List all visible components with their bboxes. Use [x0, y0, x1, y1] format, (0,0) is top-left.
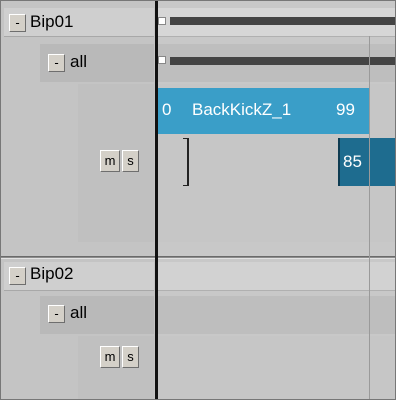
- solo-button-bip01[interactable]: s: [122, 150, 139, 172]
- timeline-layer-row-bip02: [158, 296, 396, 334]
- clip-start-frame: 0: [162, 100, 172, 119]
- header-divider-line[interactable]: [155, 0, 158, 400]
- layer-label-bip02-all: all: [70, 303, 88, 322]
- time-grid-line: [369, 36, 370, 400]
- timeline-track-row-bip02: [158, 262, 396, 291]
- clip-end-frame: 99: [336, 100, 355, 119]
- clip-name: BackKickZ_1: [192, 100, 292, 119]
- track-range-bar-bip01: [170, 17, 396, 25]
- mute-button-bip02[interactable]: m: [100, 346, 120, 368]
- track-name-row-bip02: [4, 262, 154, 291]
- collapse-button-bip02[interactable]: -: [9, 267, 26, 285]
- layer-range-marker-bip01: [158, 56, 166, 64]
- track-range-marker-bip01: [158, 17, 166, 25]
- next-clip[interactable]: 85: [338, 138, 396, 186]
- clip-backkickz-1[interactable]: 0 BackKickZ_1 99: [158, 88, 370, 134]
- solo-button-bip02[interactable]: s: [122, 346, 139, 368]
- collapse-button-bip01[interactable]: -: [9, 14, 26, 32]
- track-name-row-bip01: [4, 8, 154, 37]
- layer-range-bar-bip01: [170, 57, 396, 65]
- transition-bracket: [183, 138, 189, 186]
- layer-label-bip01-all: all: [70, 52, 88, 71]
- motion-mixer: - Bip01 - all m s - Bip02 - all m s 0 Ba…: [0, 0, 396, 400]
- collapse-button-bip01-all[interactable]: -: [48, 54, 65, 72]
- track-label-bip02: Bip02: [30, 264, 74, 283]
- next-clip-start-frame: 85: [343, 152, 362, 171]
- track-label-bip01: Bip01: [30, 12, 74, 31]
- collapse-button-bip02-all[interactable]: -: [48, 305, 65, 323]
- mute-button-bip01[interactable]: m: [100, 150, 120, 172]
- timeline-clip-area-bip02: [158, 336, 396, 400]
